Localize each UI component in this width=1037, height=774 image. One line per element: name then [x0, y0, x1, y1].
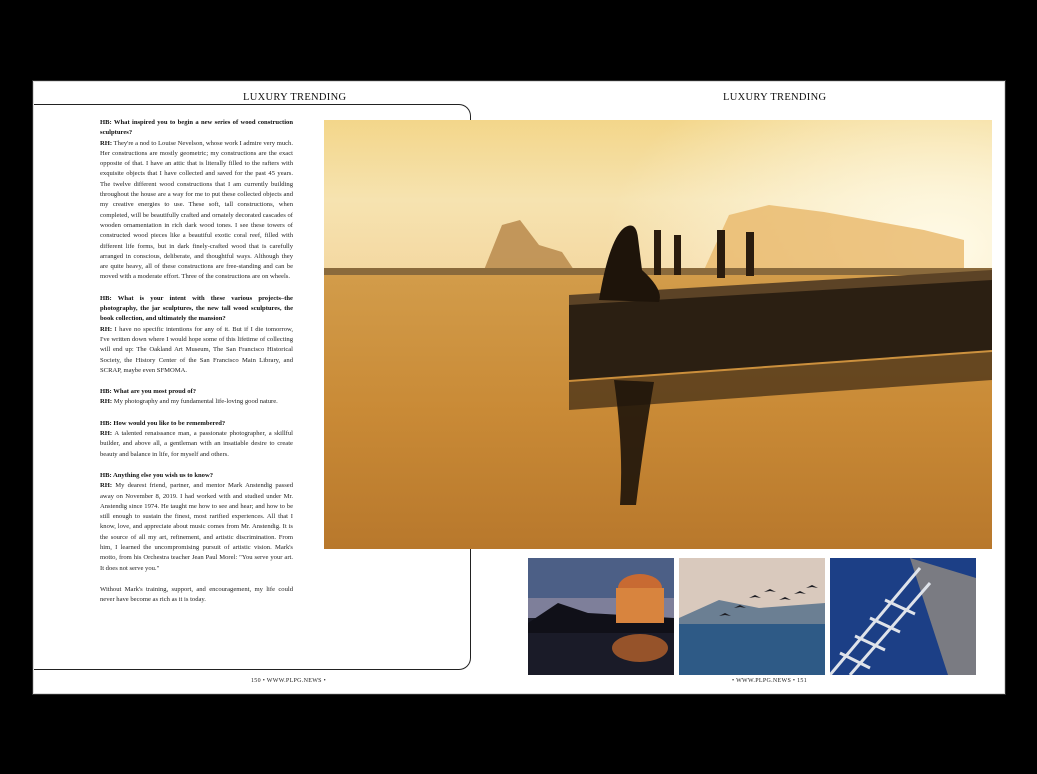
closing-paragraph: Without Mark's training, support, and en… [100, 585, 293, 604]
page-header-left: LUXURY TRENDING [243, 92, 347, 103]
qa-block: HB: What are you most proud of? RH: My p… [100, 387, 293, 408]
answer-label: RH: [100, 398, 113, 406]
answer-label: RH: [100, 139, 113, 147]
thumbnail-pelicans-photo [679, 558, 825, 675]
page-header-right: LUXURY TRENDING [723, 92, 827, 103]
qa-block: HB: What is your intent with these vario… [100, 294, 293, 376]
answer-text: A talented renaissance man, a passionate… [100, 430, 293, 458]
qa-block: HB: How would you like to be remembered?… [100, 419, 293, 460]
answer-label: RH: [100, 430, 113, 438]
qa-block: HB: What inspired you to begin a new ser… [100, 118, 293, 283]
answer-text: My dearest friend, partner, and mentor M… [100, 482, 293, 572]
thumbnail-palace-photo [528, 558, 674, 675]
thumbnail-windmill-photo [830, 558, 976, 675]
question-text: HB: What inspired you to begin a new ser… [100, 119, 293, 137]
question-text: HB: What are you most proud of? [100, 388, 196, 396]
answer-text: My photography and my fundamental life-l… [113, 398, 278, 406]
folio-right: • WWW.PLPG.NEWS • 151 [732, 678, 808, 684]
folio-left: 150 • WWW.PLPG.NEWS • [251, 678, 327, 684]
answer-text: I have no specific intentions for any of… [100, 325, 293, 374]
qa-block: HB: Anything else you wish us to know? R… [100, 471, 293, 574]
magazine-spread: LUXURY TRENDING LUXURY TRENDING HB: What… [33, 81, 1005, 694]
answer-text: They're a nod to Louise Nevelson, whose … [100, 139, 293, 281]
question-text: HB: How would you like to be remembered? [100, 419, 226, 427]
question-text: HB: Anything else you wish us to know? [100, 471, 214, 479]
answer-label: RH: [100, 325, 113, 333]
main-sunset-photo [324, 120, 992, 549]
answer-label: RH: [100, 482, 113, 490]
interview-article: HB: What inspired you to begin a new ser… [100, 118, 293, 616]
question-text: HB: What is your intent with these vario… [100, 294, 293, 323]
